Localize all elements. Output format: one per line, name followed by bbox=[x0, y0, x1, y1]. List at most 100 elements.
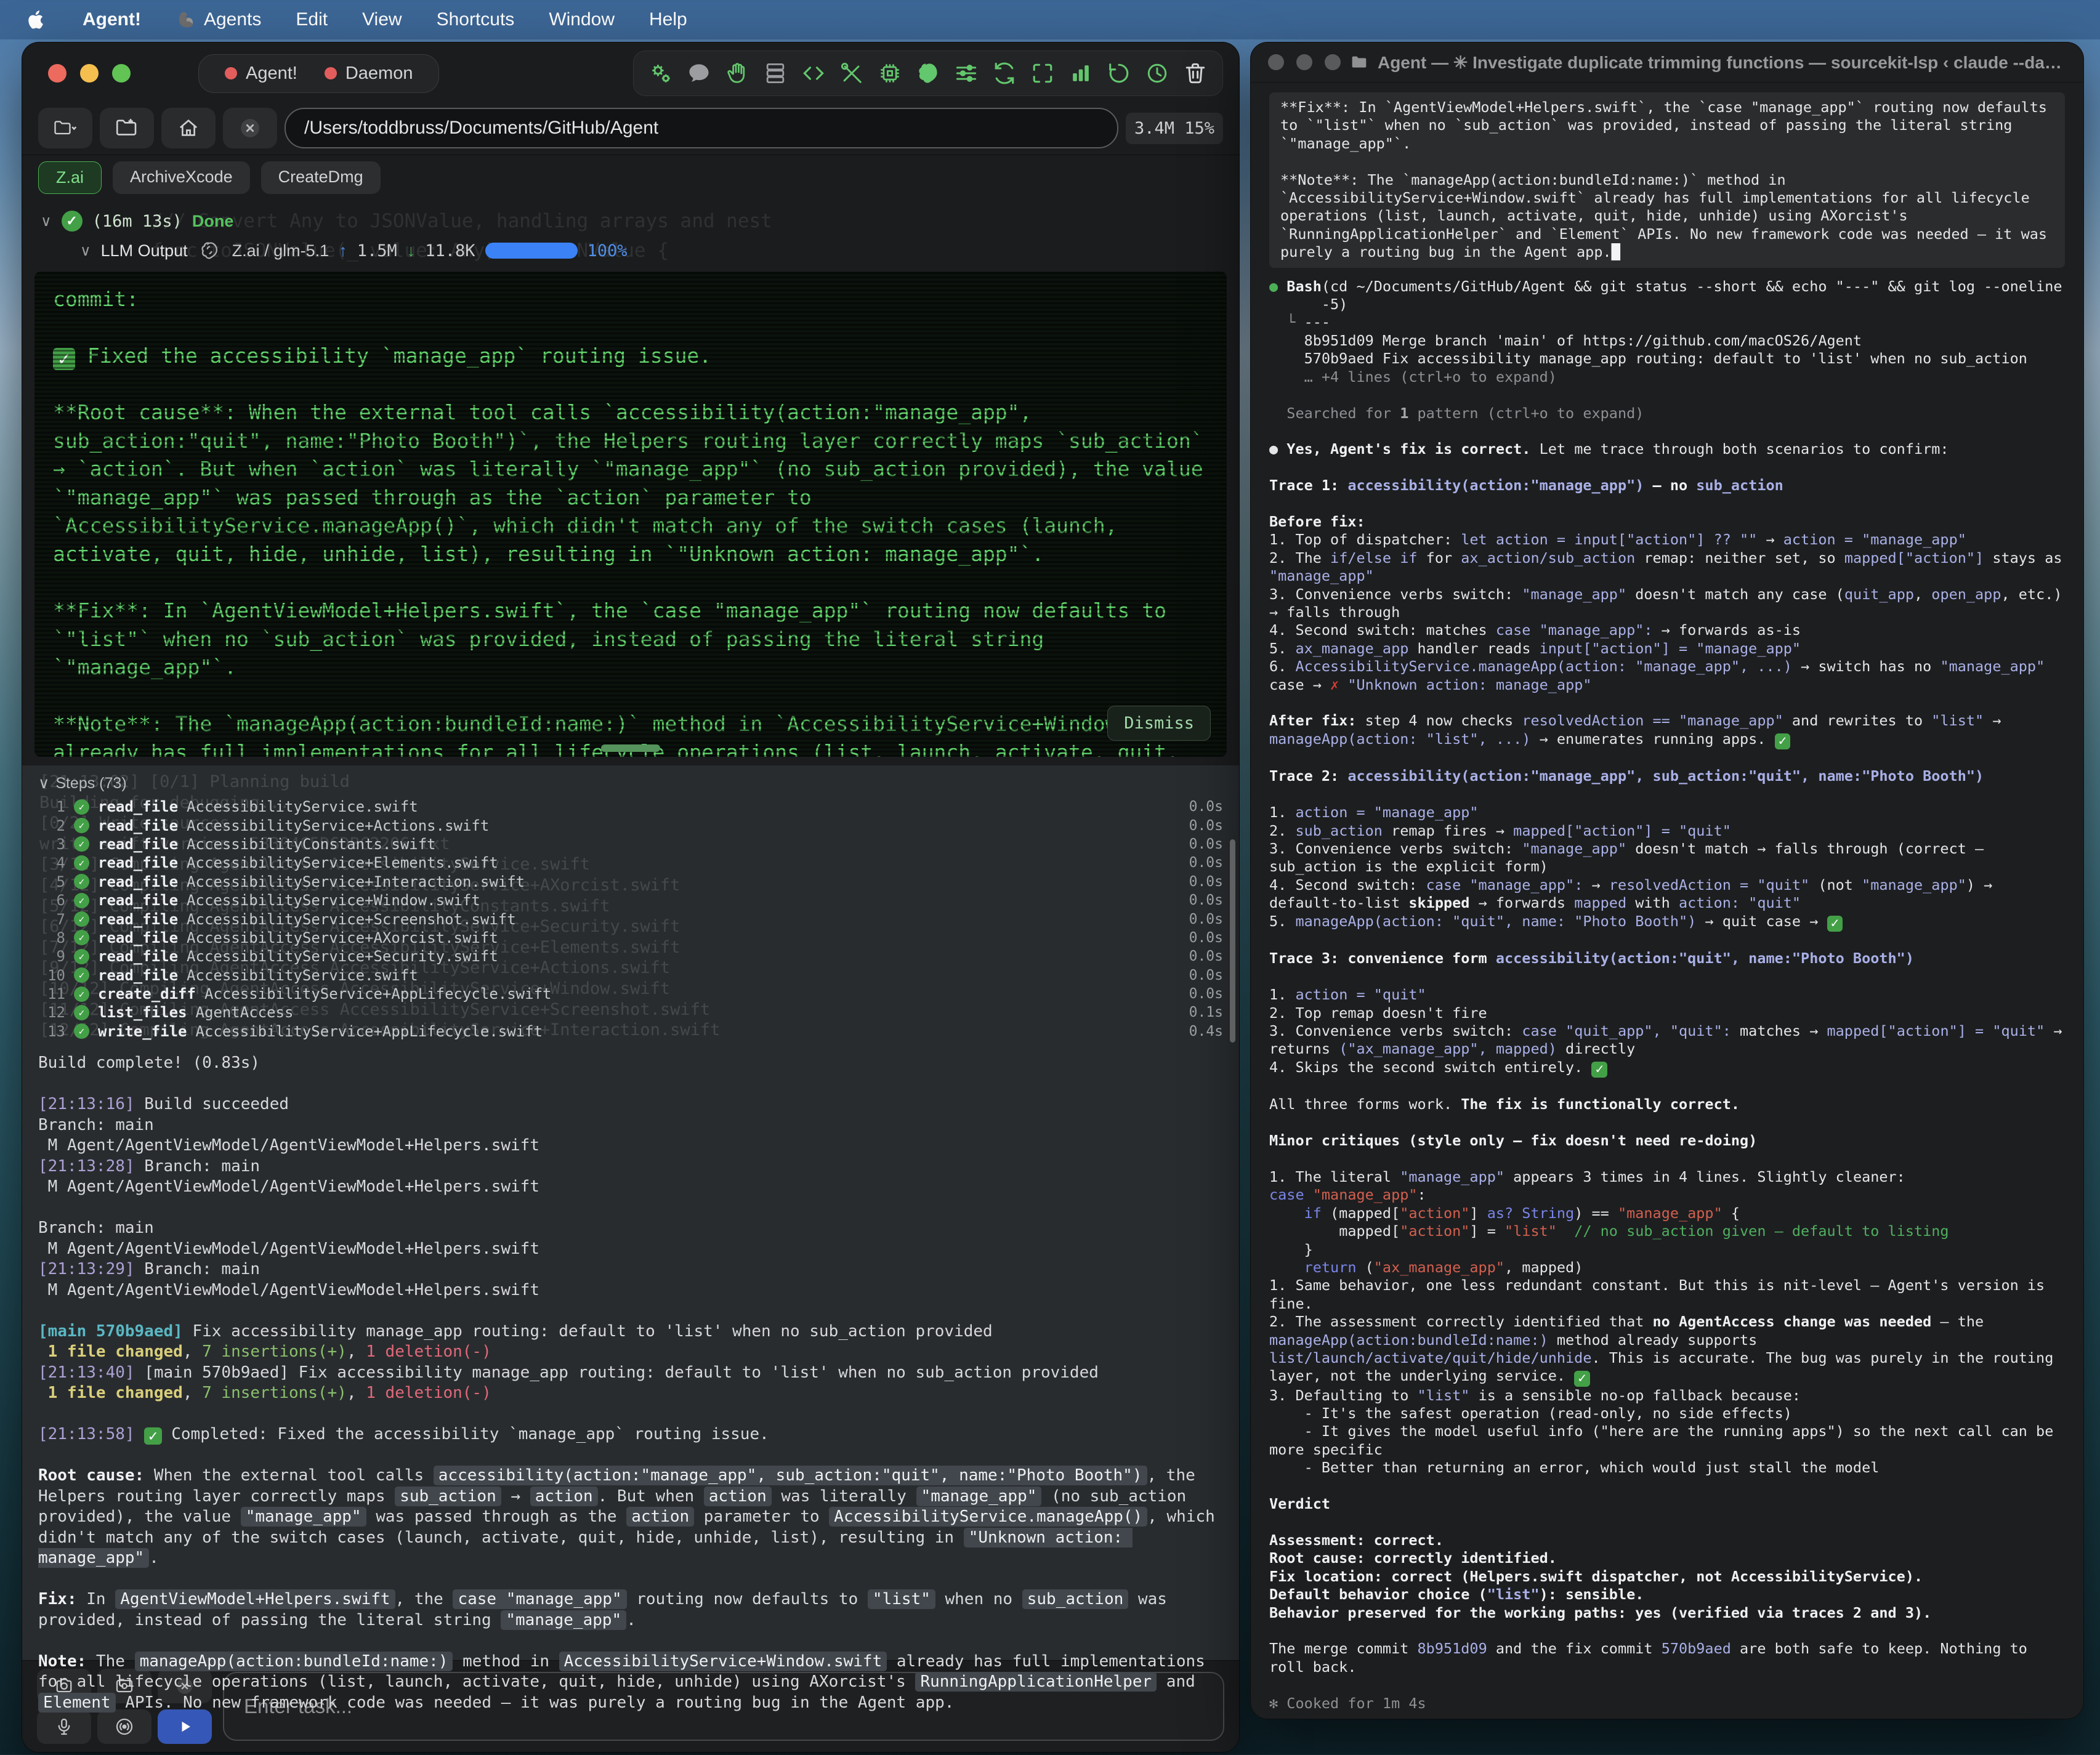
step-row[interactable]: 1✓read_fileAccessibilityService.swift0.0… bbox=[38, 797, 1223, 816]
bars-icon[interactable] bbox=[1065, 57, 1097, 89]
sliders-icon[interactable] bbox=[950, 57, 982, 89]
frame-icon[interactable] bbox=[1027, 57, 1059, 89]
log-line: Fix: In AgentViewModel+Helpers.swift, th… bbox=[38, 1589, 1223, 1631]
steps-header[interactable]: ∨Steps (73) bbox=[38, 770, 1223, 797]
run-status-row[interactable]: ∨ ✓ (16m 13s) Done bbox=[41, 206, 1221, 236]
close-window-button[interactable] bbox=[48, 64, 67, 83]
menu-item-view[interactable]: View bbox=[362, 9, 402, 30]
menu-item-app[interactable]: Agent! bbox=[83, 9, 141, 30]
terminal-line: 2. The assessment correctly identified t… bbox=[1269, 1313, 2065, 1386]
folder-menu-icon[interactable] bbox=[38, 108, 92, 148]
tab-createdmg[interactable]: CreateDmg bbox=[261, 161, 381, 194]
step-row[interactable]: 5✓read_fileAccessibilityService+Interact… bbox=[38, 873, 1223, 891]
minimize-window-button[interactable] bbox=[1296, 54, 1312, 70]
step-check-icon: ✓ bbox=[74, 874, 89, 889]
step-row[interactable]: 4✓read_fileAccessibilityService+Elements… bbox=[38, 853, 1223, 872]
path-field[interactable]: /Users/toddbruss/Documents/GitHub/Agent bbox=[285, 108, 1118, 148]
menu-item-shortcuts[interactable]: Shortcuts bbox=[437, 9, 515, 30]
chip-icon[interactable] bbox=[874, 57, 906, 89]
terminal-line: 5. ax_manage_app handler reads input["ac… bbox=[1269, 640, 2065, 658]
tab-archivexcode[interactable]: ArchiveXcode bbox=[113, 161, 250, 194]
step-row[interactable]: 2✓read_fileAccessibilityService+Actions.… bbox=[38, 816, 1223, 834]
home-icon[interactable] bbox=[161, 108, 216, 148]
prompt-footer: > ⏵⏵ bypass permissions on (shift+tab to… bbox=[1269, 1713, 2065, 1719]
log-line: M Agent/AgentViewModel/AgentViewModel+He… bbox=[38, 1177, 1223, 1198]
step-check-icon: ✓ bbox=[74, 1005, 89, 1020]
step-duration: 0.0s bbox=[1189, 799, 1223, 815]
terminal-line bbox=[1269, 1114, 2065, 1132]
step-file-name: AccessibilityService+AppLifecycle.swift bbox=[204, 985, 552, 1003]
tab-zai[interactable]: Z.ai bbox=[38, 161, 102, 194]
llm-output-row[interactable]: ∨ LLM Output Z.ai / glm-5.1 ↑1.5M ↓11.8K… bbox=[80, 236, 1221, 265]
apple-menu-icon[interactable] bbox=[25, 8, 48, 31]
menu-item-window[interactable]: Window bbox=[549, 9, 615, 30]
window-scrollbar[interactable] bbox=[1230, 839, 1235, 1043]
step-duration: 0.0s bbox=[1189, 911, 1223, 927]
path-buttons bbox=[38, 108, 277, 148]
chevron-down-icon[interactable]: ∨ bbox=[41, 212, 52, 230]
sync-icon[interactable] bbox=[988, 57, 1020, 89]
step-row[interactable]: 7✓read_fileAccessibilityService+Screensh… bbox=[38, 910, 1223, 928]
terminal-line: 2. Top remap doesn't fire bbox=[1269, 1004, 2065, 1022]
close-window-button[interactable] bbox=[1268, 54, 1284, 70]
terminal-line: 1. Top of dispatcher: let action = input… bbox=[1269, 531, 2065, 549]
chat-icon[interactable] bbox=[683, 57, 715, 89]
run-duration: (16m 13s) bbox=[92, 212, 182, 231]
daemon-status-badge[interactable]: Daemon bbox=[325, 63, 413, 84]
close-circle-icon[interactable] bbox=[223, 108, 277, 148]
step-row[interactable]: 10✓read_fileAccessibilityService.swift0.… bbox=[38, 966, 1223, 985]
trash-icon[interactable] bbox=[1179, 57, 1211, 89]
chevron-down-icon[interactable]: ∨ bbox=[80, 242, 91, 260]
hand-icon[interactable] bbox=[721, 57, 753, 89]
step-number: 3 bbox=[38, 836, 65, 853]
log-line: Build complete! (0.83s) bbox=[38, 1053, 1223, 1074]
agent-status-badge[interactable]: Agent! bbox=[225, 63, 297, 84]
step-check-icon: ✓ bbox=[74, 967, 89, 983]
terminal-line: - Better than returning an error, which … bbox=[1269, 1459, 2065, 1477]
terminal-line bbox=[1269, 495, 2065, 513]
daemon-status-dot bbox=[325, 67, 337, 79]
tools-icon[interactable] bbox=[836, 57, 868, 89]
terminal-line bbox=[1269, 1150, 2065, 1168]
menu-item-edit[interactable]: Edit bbox=[296, 9, 328, 30]
code-icon[interactable] bbox=[798, 57, 830, 89]
terminal-line bbox=[1269, 459, 2065, 477]
chevron-down-icon[interactable]: ∨ bbox=[38, 774, 49, 793]
brain-icon[interactable] bbox=[912, 57, 944, 89]
log-line bbox=[38, 1404, 1223, 1425]
step-duration: 0.0s bbox=[1189, 967, 1223, 983]
terminal-line: … +4 lines (ctrl+o to expand) bbox=[1269, 368, 2065, 386]
terminal-scrollbar[interactable] bbox=[601, 744, 660, 752]
terminal-line: └ --- bbox=[1269, 313, 2065, 331]
step-row[interactable]: 11✓create_diffAccessibilityService+AppLi… bbox=[38, 985, 1223, 1003]
log-line bbox=[38, 1631, 1223, 1652]
menu-item-agents[interactable]: Agents bbox=[176, 9, 261, 31]
new-folder-icon[interactable] bbox=[100, 108, 154, 148]
server-icon[interactable] bbox=[759, 57, 791, 89]
zoom-window-button[interactable] bbox=[1325, 54, 1341, 70]
zoom-window-button[interactable] bbox=[112, 64, 131, 83]
step-row[interactable]: 6✓read_fileAccessibilityService+Window.s… bbox=[38, 891, 1223, 910]
terminal-line: Root cause: correctly identified. bbox=[1269, 1549, 2065, 1567]
undo-icon[interactable] bbox=[1103, 57, 1135, 89]
terminal-line: Assessment: correct. bbox=[1269, 1531, 2065, 1549]
minimize-window-button[interactable] bbox=[80, 64, 99, 83]
dismiss-button[interactable]: Dismiss bbox=[1107, 706, 1211, 741]
history-icon[interactable] bbox=[1141, 57, 1173, 89]
terminal-line: Default behavior choice ("list"): sensib… bbox=[1269, 1586, 2065, 1604]
terminal-line: 3. Convenience verbs switch: "manage_app… bbox=[1269, 840, 2065, 876]
step-row[interactable]: 3✓read_fileAccessibilityConstants.swift0… bbox=[38, 835, 1223, 853]
menu-item-help[interactable]: Help bbox=[649, 9, 687, 30]
message-line: **Fix**: In `AgentViewModel+Helpers.swif… bbox=[1280, 99, 2054, 153]
step-duration: 0.1s bbox=[1189, 1004, 1223, 1020]
window-title: Agent — ✳ Investigate duplicate trimming… bbox=[1378, 52, 2066, 73]
gears-icon[interactable] bbox=[645, 57, 677, 89]
log-line: [21:13:40] [main 570b9aed] Fix accessibi… bbox=[38, 1363, 1223, 1384]
steps-list: 1✓read_fileAccessibilityService.swift0.0… bbox=[38, 797, 1223, 1041]
step-row[interactable]: 12✓list_filesAgentAccess0.1s bbox=[38, 1003, 1223, 1022]
step-row[interactable]: 13✓write_fileAccessibilityService+AppLif… bbox=[38, 1022, 1223, 1041]
step-row[interactable]: 9✓read_fileAccessibilityService+Security… bbox=[38, 947, 1223, 966]
step-row[interactable]: 8✓read_fileAccessibilityService+AXorcist… bbox=[38, 929, 1223, 947]
step-number: 9 bbox=[38, 948, 65, 965]
terminal-output: ● Bash(cd ~/Documents/GitHub/Agent && gi… bbox=[1269, 278, 2065, 1713]
